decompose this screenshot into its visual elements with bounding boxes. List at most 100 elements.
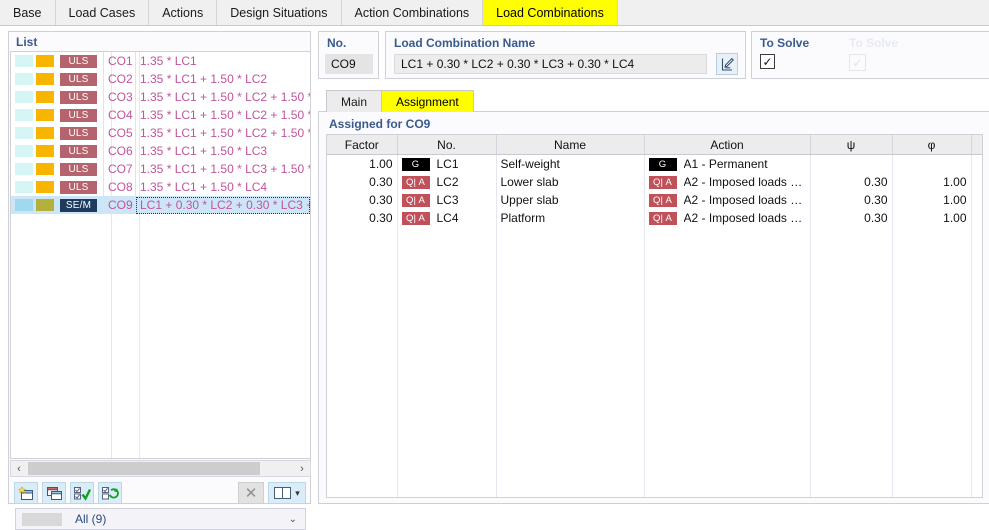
empty-cell <box>644 407 811 425</box>
list-item[interactable]: ULS CO3 1.35 * LC1 + 1.50 * LC2 + 1.50 * L… <box>11 88 310 106</box>
phi-cell[interactable]: 1.00 <box>892 173 972 191</box>
list-item[interactable]: ULS CO2 1.35 * LC1 + 1.50 * LC2 <box>11 70 310 88</box>
table-row-empty[interactable] <box>327 461 982 479</box>
no-field-value[interactable]: CO9 <box>325 54 373 74</box>
empty-cell <box>810 245 893 263</box>
name-cell[interactable]: Self-weight <box>496 154 645 173</box>
load-case-number: LC4 <box>436 211 459 225</box>
table-row-empty[interactable] <box>327 497 982 498</box>
empty-cell <box>971 407 982 425</box>
load-case-cell[interactable]: Q| A LC3 <box>397 191 497 209</box>
psi-cell[interactable]: 0.30 <box>810 173 893 191</box>
column-header[interactable]: Factor <box>327 135 398 155</box>
assignment-table-header-row: Factor No. Name Action ψ φ <box>327 135 982 155</box>
empty-cell <box>496 299 645 317</box>
empty-cell <box>496 281 645 299</box>
empty-cell <box>327 317 398 335</box>
list-item[interactable]: ULS CO5 1.35 * LC1 + 1.50 * LC2 + 1.50 * L… <box>11 124 310 142</box>
psi-cell[interactable] <box>810 154 893 173</box>
table-row-empty[interactable] <box>327 353 982 371</box>
action-cell[interactable]: G A1 - Permanent <box>644 154 811 173</box>
name-cell[interactable]: Lower slab <box>496 173 645 191</box>
action-cell[interactable]: Q| A A2 - Imposed loads - ca... <box>644 191 811 209</box>
load-combination-name-input[interactable]: LC1 + 0.30 * LC2 + 0.30 * LC3 + 0.30 * L… <box>394 54 707 74</box>
table-row[interactable]: 0.30 Q| A LC4 Platform Q| A A2 - Imposed load… <box>327 209 982 227</box>
new-item-button[interactable] <box>14 482 38 504</box>
list-item[interactable]: ULS CO6 1.35 * LC1 + 1.50 * LC3 <box>11 142 310 160</box>
design-situation-badge: ULS <box>60 108 97 122</box>
column-header[interactable]: Name <box>496 135 645 155</box>
table-row-empty[interactable] <box>327 245 982 263</box>
column-header[interactable]: Action <box>644 135 811 155</box>
tab-assignment[interactable]: Assignment <box>381 90 474 112</box>
load-combination-name-group: Load Combination Name LC1 + 0.30 * LC2 +… <box>385 31 746 79</box>
factor-cell[interactable]: 0.30 <box>327 209 398 227</box>
factor-cell[interactable]: 1.00 <box>327 154 398 173</box>
table-row[interactable]: 0.30 Q| A LC2 Lower slab Q| A A2 - Imposed lo… <box>327 173 982 191</box>
assignment-table-container[interactable]: Factor No. Name Action ψ φ 1.00 G LC1 Self-weigh… <box>326 134 983 498</box>
empty-cell <box>397 335 497 353</box>
table-row[interactable]: 1.00 G LC1 Self-weight G A1 - Permanent <box>327 154 982 173</box>
psi-cell[interactable]: 0.30 <box>810 191 893 209</box>
tab-action-combinations[interactable]: Action Combinations <box>341 0 484 25</box>
select-all-button[interactable] <box>70 482 94 504</box>
action-cell[interactable]: Q| A A2 - Imposed loads - ca... <box>644 209 811 227</box>
factor-cell[interactable]: 0.30 <box>327 191 398 209</box>
list-horizontal-scrollbar[interactable]: ‹ › <box>10 460 311 477</box>
duplicate-item-button[interactable] <box>42 482 66 504</box>
list-item[interactable]: ULS CO8 1.35 * LC1 + 1.50 * LC4 <box>11 178 310 196</box>
list-item[interactable]: SE/M CO9LC1 + 0.30 * LC2 + 0.30 * LC3 + 0… <box>11 196 310 214</box>
table-row-empty[interactable] <box>327 425 982 443</box>
table-row-empty[interactable] <box>327 371 982 389</box>
column-view-button[interactable]: ▾ <box>268 482 306 504</box>
empty-cell <box>892 335 972 353</box>
list-filter-dropdown[interactable]: All (9) ⌄ <box>15 508 306 530</box>
column-header[interactable]: φ <box>892 135 972 155</box>
scroll-right-arrow-icon[interactable]: › <box>294 461 310 476</box>
list-item[interactable]: ULS CO7 1.35 * LC1 + 1.50 * LC3 + 1.50 * L… <box>11 160 310 178</box>
table-row-empty[interactable] <box>327 317 982 335</box>
table-row-empty[interactable] <box>327 281 982 299</box>
table-row-empty[interactable] <box>327 263 982 281</box>
filter-label: All (9) <box>75 512 107 526</box>
list-item[interactable]: ULS CO1 1.35 * LC1 <box>11 52 310 70</box>
to-solve-checkbox[interactable]: ✓ <box>760 54 775 69</box>
table-row-empty[interactable] <box>327 227 982 245</box>
scroll-left-arrow-icon[interactable]: ‹ <box>11 461 27 476</box>
edit-name-button[interactable] <box>716 53 738 75</box>
load-combinations-list[interactable]: ULS CO1 1.35 * LC1 ULS CO2 1.35 * LC1 + 1.50 … <box>10 51 311 459</box>
delete-button[interactable]: ✕ <box>238 482 264 504</box>
psi-cell[interactable]: 0.30 <box>810 209 893 227</box>
phi-cell[interactable]: 1.00 <box>892 191 972 209</box>
scrollbar-thumb[interactable] <box>28 462 260 475</box>
table-row-empty[interactable] <box>327 389 982 407</box>
phi-cell[interactable] <box>892 154 972 173</box>
load-case-cell[interactable]: G LC1 <box>397 154 497 173</box>
load-case-cell[interactable]: Q| A LC2 <box>397 173 497 191</box>
tab-design-situations[interactable]: Design Situations <box>217 0 342 25</box>
row-color-swatch-secondary <box>36 73 54 85</box>
table-row[interactable]: 0.30 Q| A LC3 Upper slab Q| A A2 - Imposed lo… <box>327 191 982 209</box>
main-tab-bar: Base Load Cases Actions Design Situations Ac… <box>0 0 989 26</box>
table-row-empty[interactable] <box>327 299 982 317</box>
tab-load-cases[interactable]: Load Cases <box>55 0 150 25</box>
load-case-cell[interactable]: Q| A LC4 <box>397 209 497 227</box>
column-header[interactable]: No. <box>397 135 497 155</box>
tab-load-combinations[interactable]: Load Combinations <box>483 0 618 25</box>
table-row-empty[interactable] <box>327 335 982 353</box>
factor-cell[interactable]: 0.30 <box>327 173 398 191</box>
tab-base[interactable]: Base <box>0 0 56 25</box>
name-cell[interactable]: Upper slab <box>496 191 645 209</box>
empty-cell <box>644 317 811 335</box>
list-item[interactable]: ULS CO4 1.35 * LC1 + 1.50 * LC2 + 1.50 * L… <box>11 106 310 124</box>
table-row-empty[interactable] <box>327 479 982 497</box>
table-row-empty[interactable] <box>327 407 982 425</box>
table-row-empty[interactable] <box>327 443 982 461</box>
tab-main[interactable]: Main <box>326 90 383 112</box>
phi-cell[interactable]: 1.00 <box>892 209 972 227</box>
action-cell[interactable]: Q| A A2 - Imposed loads - ca... <box>644 173 811 191</box>
column-header[interactable]: ψ <box>810 135 893 155</box>
name-cell[interactable]: Platform <box>496 209 645 227</box>
invert-selection-button[interactable] <box>98 482 122 504</box>
tab-actions[interactable]: Actions <box>149 0 218 25</box>
